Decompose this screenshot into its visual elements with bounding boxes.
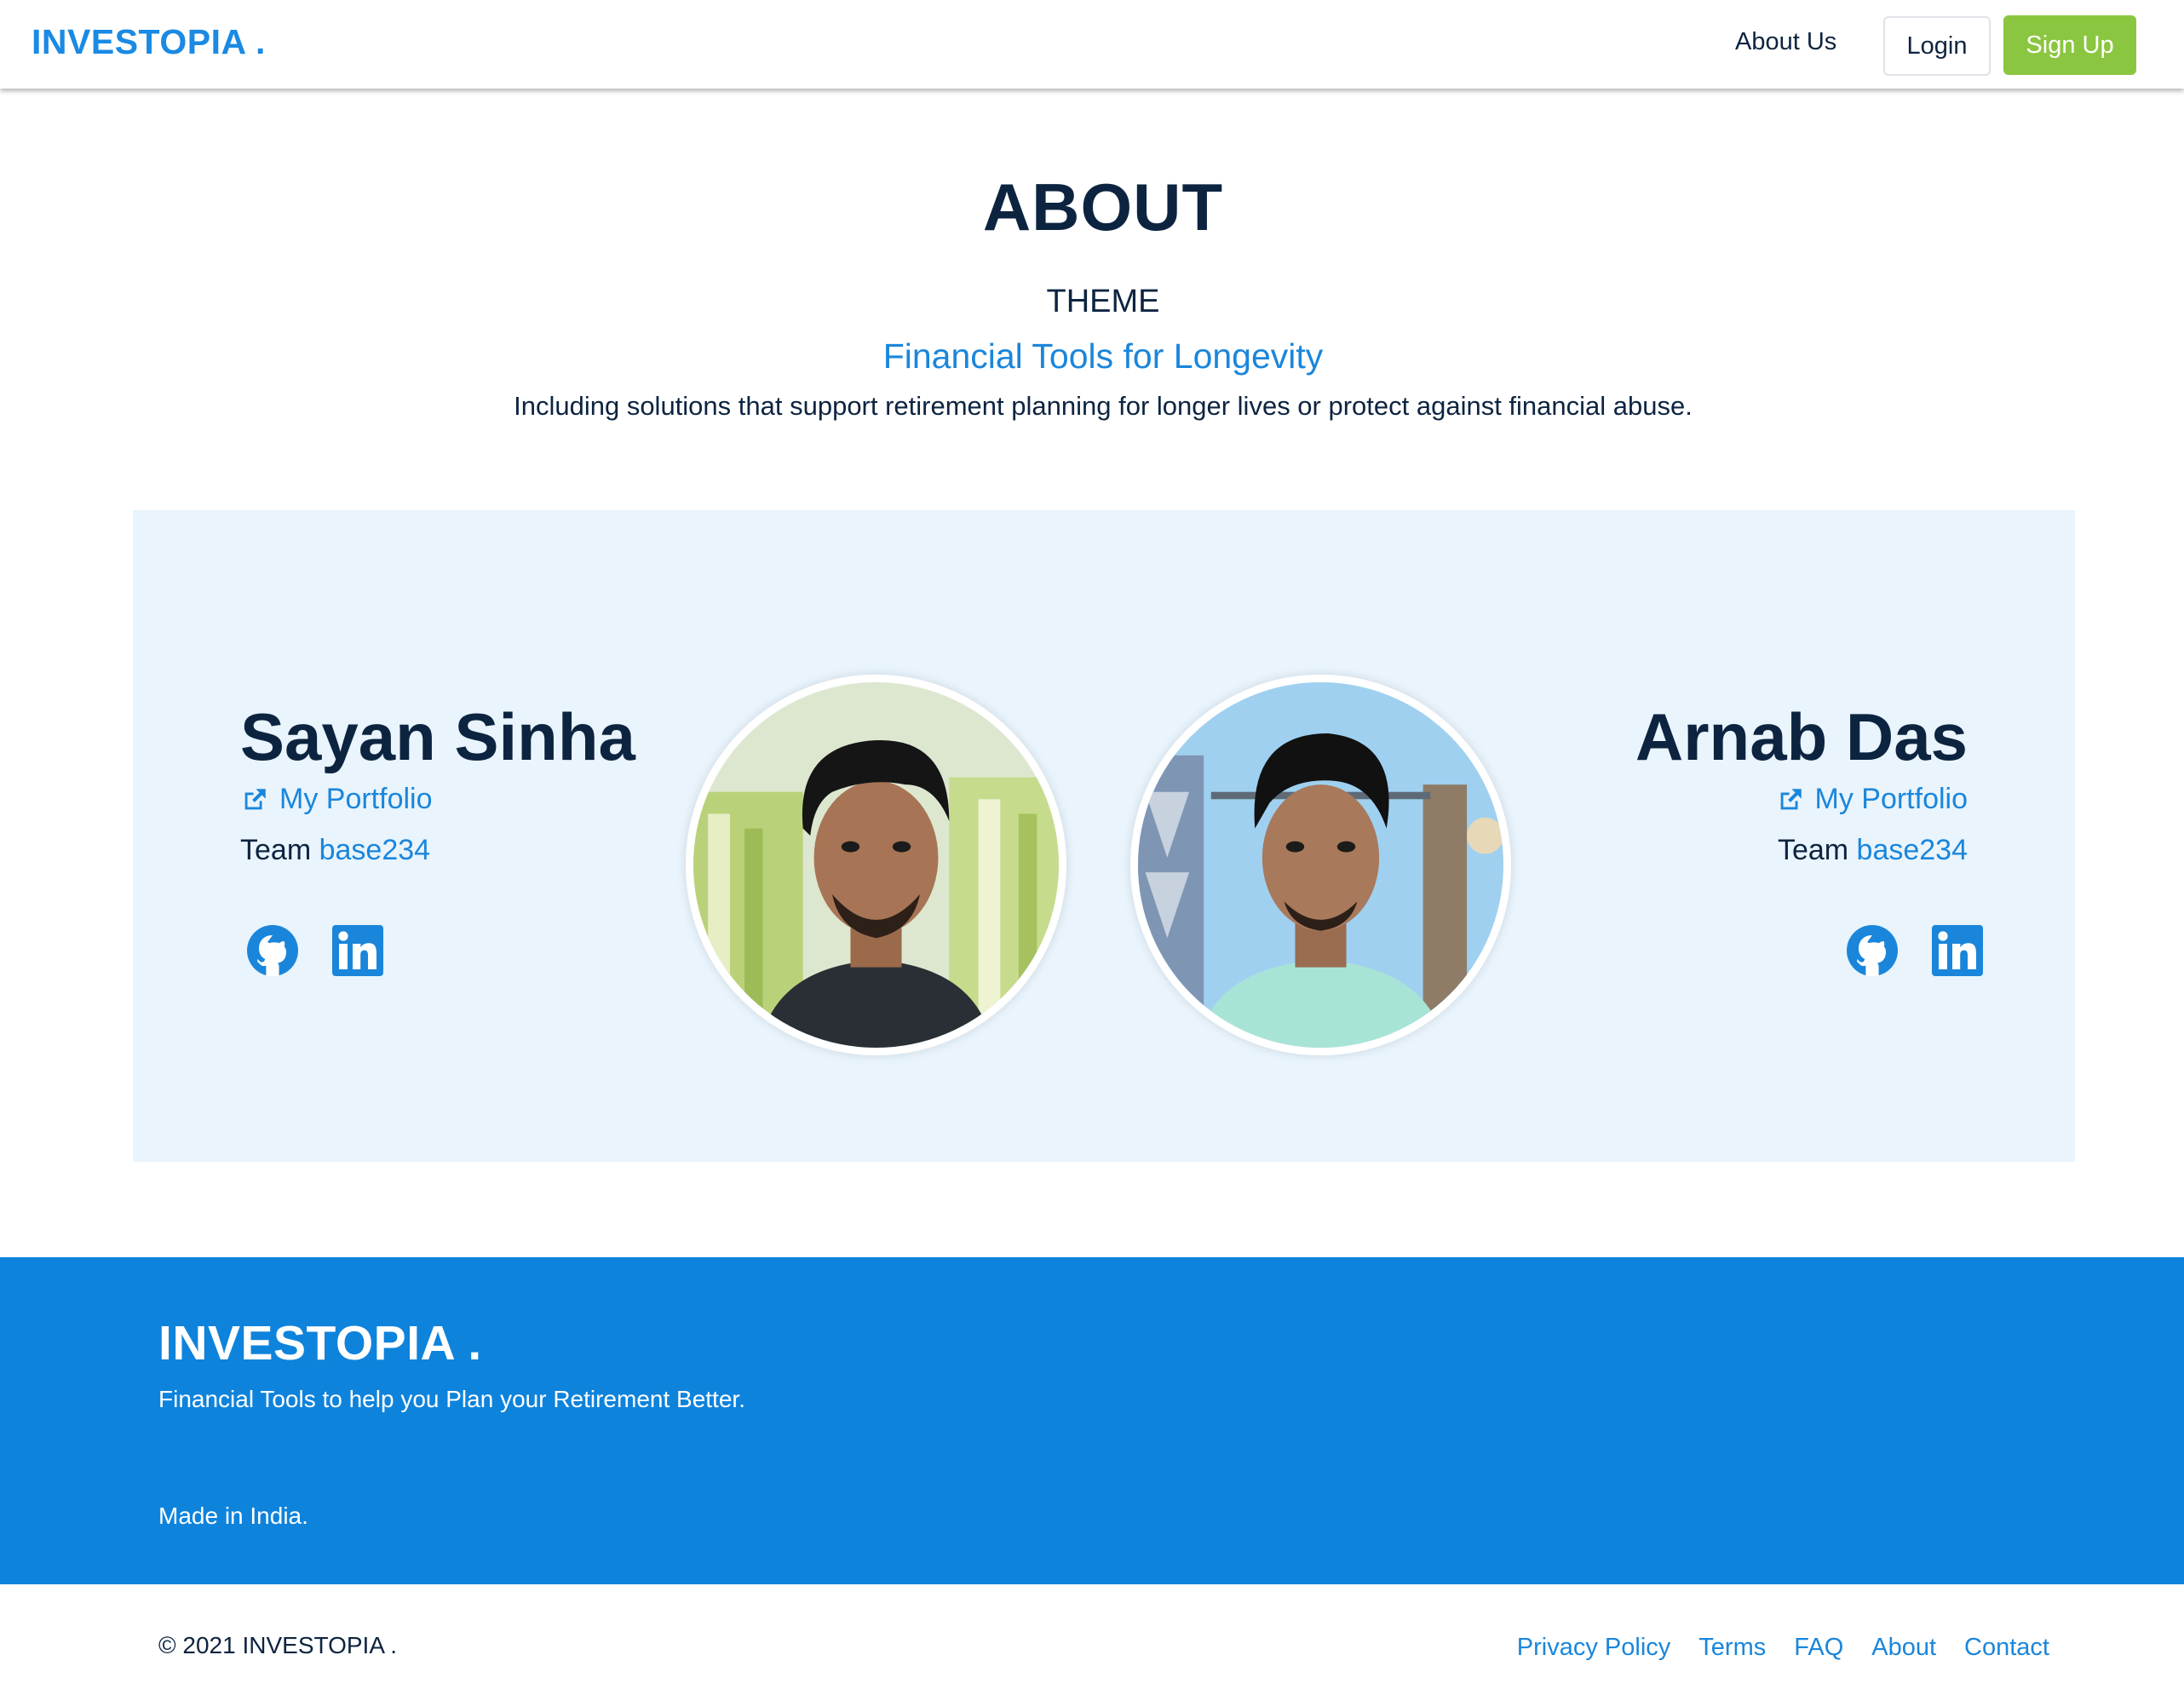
footer-made-in: Made in India. [158,1503,308,1529]
page-title: ABOUT [982,170,1224,244]
footer-link-contact[interactable]: Contact [1964,1634,2049,1662]
external-link-icon [244,788,266,809]
team-section: Sayan Sinha My Portfolio Team base234 Ar… [133,510,2075,1162]
footer-link-about[interactable]: About [1871,1634,1936,1662]
footer-link-faq[interactable]: FAQ [1794,1634,1843,1662]
team-prefix: Team [240,834,312,866]
team-prefix: Team [1777,834,1849,866]
avatar-arnab [1130,675,1511,1055]
footer-link-terms[interactable]: Terms [1698,1634,1766,1662]
footer-tagline: Financial Tools to help you Plan your Re… [158,1386,745,1412]
signup-button[interactable]: Sign Up [2003,15,2136,75]
footer-brand: INVESTOPIA . [158,1316,482,1371]
theme-description: Including solutions that support retirem… [514,391,1693,421]
team-code-link[interactable]: base234 [1857,834,1968,866]
member-team-line-sayan: Team base234 [240,834,430,867]
login-button[interactable]: Login [1883,16,1991,76]
footer-link-privacy-policy[interactable]: Privacy Policy [1517,1634,1671,1662]
brand-logo[interactable]: INVESTOPIA . [32,22,266,62]
github-icon[interactable] [1845,923,1900,978]
footer-links: Privacy Policy Terms FAQ About Contact [1517,1634,2049,1662]
portfolio-link-label: My Portfolio [279,783,433,815]
member-portfolio-link-arnab[interactable]: My Portfolio [1776,783,1968,816]
avatar-sayan [686,675,1066,1055]
github-icon[interactable] [245,923,300,978]
member-team-line-arnab: Team base234 [1778,834,1968,867]
navbar: INVESTOPIA . About Us Login Sign Up [0,0,2184,89]
portfolio-link-label: My Portfolio [1814,783,1968,815]
theme-title: Financial Tools for Longevity [882,336,1324,376]
member-name-sayan: Sayan Sinha [240,699,635,774]
member-portfolio-link-sayan[interactable]: My Portfolio [240,783,433,816]
external-link-icon [1780,788,1802,809]
copyright-text: © 2021 INVESTOPIA . [158,1632,398,1658]
theme-label: THEME [1046,284,1160,319]
member-name-arnab: Arnab Das [1635,699,1968,774]
nav-about-us-link[interactable]: About Us [1735,28,1836,56]
team-code-link[interactable]: base234 [319,834,430,866]
footer: INVESTOPIA . Financial Tools to help you… [0,1257,2184,1584]
linkedin-icon[interactable] [330,923,385,978]
linkedin-icon[interactable] [1930,923,1985,978]
